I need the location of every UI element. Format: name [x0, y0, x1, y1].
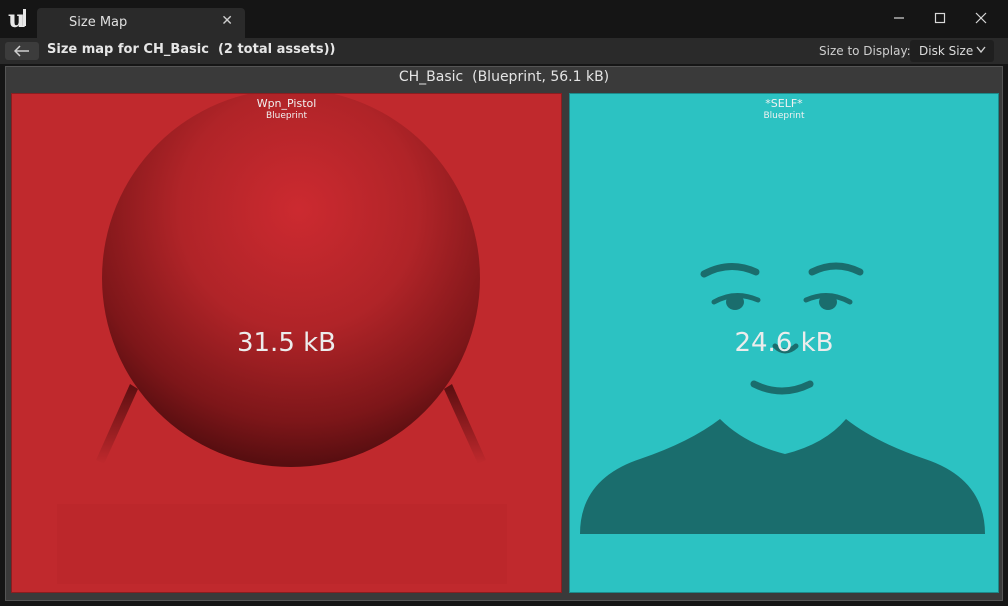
size-map-node-self[interactable]: *SELF* Blueprint 24.6 kB [569, 93, 999, 593]
minimize-button[interactable] [884, 6, 914, 30]
back-button[interactable] [5, 42, 39, 60]
window-close-button[interactable] [966, 6, 996, 30]
node-type: Blueprint [265, 111, 308, 121]
chevron-down-icon [976, 46, 986, 54]
node-size: 31.5 kB [236, 328, 337, 358]
node-name: Wpn_Pistol [256, 97, 317, 110]
minimize-icon [894, 17, 904, 19]
node-size: 24.6 kB [734, 328, 834, 358]
tab-label: Size Map [69, 15, 128, 30]
svg-text:u: u [8, 5, 25, 33]
maximize-icon [934, 12, 946, 24]
close-icon [975, 12, 987, 24]
maximize-button[interactable] [925, 6, 955, 30]
unreal-engine-logo: u [6, 4, 32, 33]
size-map-view: CH_Basic (Blueprint, 56.1 kB) Wpn_Pistol… [5, 66, 1003, 601]
arrow-left-icon [14, 45, 29, 57]
page-title: Size map for CH_Basic (2 total assets)) [47, 42, 336, 57]
size-map-node-wpn-pistol[interactable]: Wpn_Pistol Blueprint 31.5 kB [11, 93, 562, 593]
size-map-root-label: CH_Basic (Blueprint, 56.1 kB) [398, 69, 610, 85]
node-name: *SELF* [765, 97, 803, 110]
tab-size-map[interactable]: Size Map ✕ [37, 8, 245, 38]
close-icon[interactable]: ✕ [221, 13, 233, 29]
node-type: Blueprint [763, 111, 805, 121]
size-to-display-value: Disk Size [919, 44, 974, 58]
window-title-bar: u Size Map ✕ [0, 0, 1008, 38]
size-to-display-label: Size to Display: [819, 44, 911, 58]
size-map-toolbar: Size map for CH_Basic (2 total assets)) … [0, 38, 1008, 64]
size-to-display-dropdown[interactable]: Disk Size [910, 40, 994, 62]
